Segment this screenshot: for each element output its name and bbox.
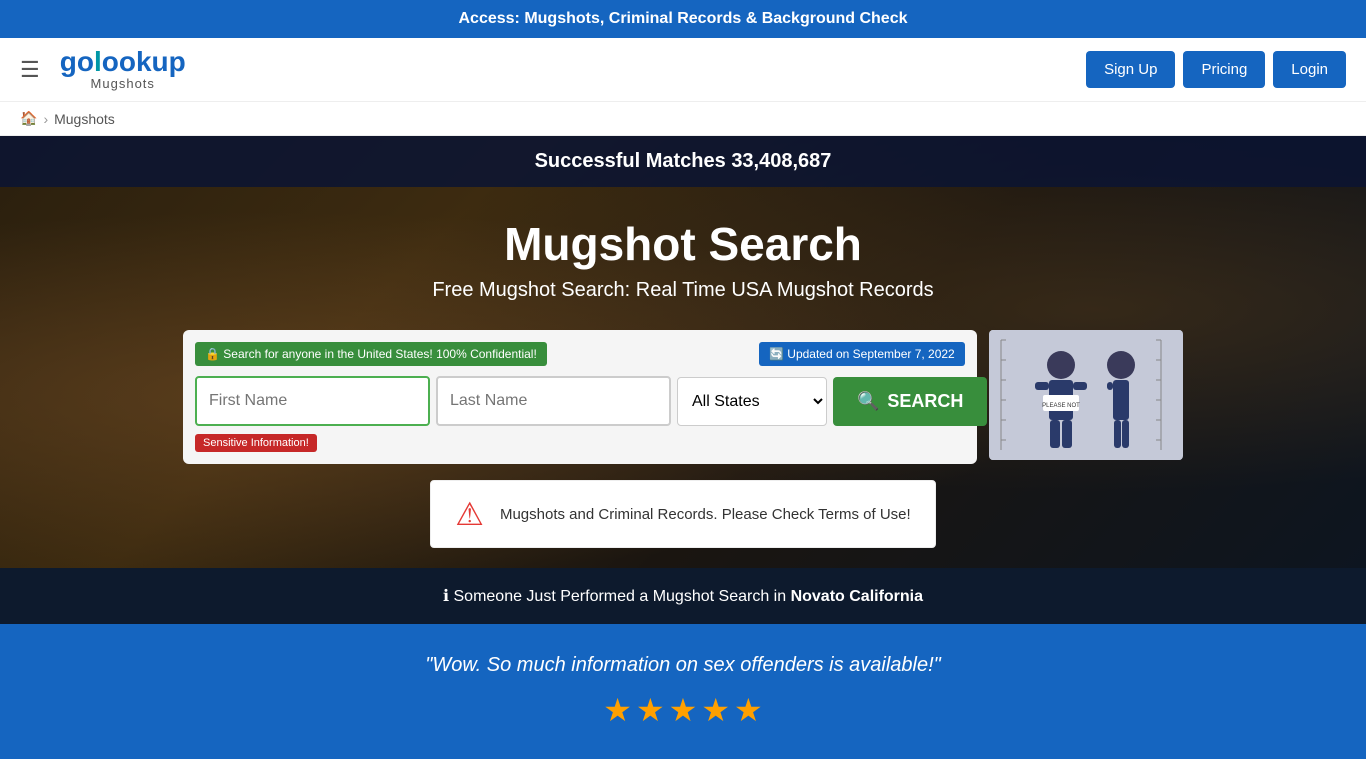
logo-lookup: l [94, 46, 102, 77]
logo: golookup Mugshots [60, 48, 186, 91]
top-banner: Access: Mugshots, Criminal Records & Bac… [0, 0, 1366, 38]
header: ☰ golookup Mugshots Sign Up Pricing Logi… [0, 38, 1366, 102]
info-bar: ℹ Someone Just Performed a Mugshot Searc… [0, 568, 1366, 624]
info-prefix: ℹ Someone Just Performed a Mugshot Searc… [443, 588, 786, 605]
logo-text: golookup [60, 48, 186, 76]
svg-text:PLEASE NOT: PLEASE NOT [1042, 403, 1080, 409]
search-inputs: All States Alabama Alaska Arizona Califo… [195, 376, 965, 426]
logo-o: ookup [102, 46, 186, 77]
search-top-bar: 🔒 Search for anyone in the United States… [195, 342, 965, 366]
last-name-input[interactable] [436, 376, 671, 426]
matches-label: Successful Matches [535, 150, 732, 172]
signup-button[interactable]: Sign Up [1086, 51, 1175, 88]
hero-title: Mugshot Search [504, 217, 862, 271]
search-form-box: 🔒 Search for anyone in the United States… [183, 330, 977, 464]
breadcrumb-separator: › [43, 111, 48, 127]
warning-bar: ⚠ Mugshots and Criminal Records. Please … [430, 480, 935, 548]
state-select[interactable]: All States Alabama Alaska Arizona Califo… [677, 377, 827, 426]
stars-container: ★ ★ ★ ★ ★ [20, 691, 1346, 729]
login-button[interactable]: Login [1273, 51, 1346, 88]
matches-bar: Successful Matches 33,408,687 [0, 136, 1366, 187]
mugshot-image: PLEASE NOT [989, 330, 1183, 460]
star-2: ★ [636, 691, 665, 729]
logo-subtitle: Mugshots [91, 76, 155, 91]
review-quote: "Wow. So much information on sex offende… [20, 654, 1346, 677]
breadcrumb-current: Mugshots [54, 111, 115, 127]
warning-text: Mugshots and Criminal Records. Please Ch… [500, 506, 911, 523]
star-4: ★ [701, 691, 730, 729]
search-wrapper: 🔒 Search for anyone in the United States… [183, 330, 1183, 464]
first-name-input[interactable] [195, 376, 430, 426]
breadcrumb: 🏠 › Mugshots [0, 102, 1366, 136]
logo-go: go [60, 46, 94, 77]
home-icon: 🏠 [20, 110, 37, 126]
search-confidential-badge: 🔒 Search for anyone in the United States… [195, 342, 547, 366]
top-banner-text: Access: Mugshots, Criminal Records & Bac… [459, 10, 908, 27]
search-updated-badge: 🔄 Updated on September 7, 2022 [759, 342, 965, 366]
review-section: "Wow. So much information on sex offende… [0, 624, 1366, 759]
sensitive-badge: Sensitive Information! [195, 434, 317, 452]
search-button[interactable]: 🔍 SEARCH [833, 377, 987, 426]
hamburger-menu-icon[interactable]: ☰ [20, 57, 40, 83]
star-5: ★ [734, 691, 763, 729]
mugshot-svg: PLEASE NOT [991, 330, 1181, 460]
search-button-label: SEARCH [887, 391, 963, 412]
hero-subtitle: Free Mugshot Search: Real Time USA Mugsh… [432, 279, 933, 302]
search-icon: 🔍 [857, 391, 879, 412]
warning-icon: ⚠ [455, 495, 484, 533]
star-3: ★ [669, 691, 698, 729]
header-buttons: Sign Up Pricing Login [1086, 51, 1346, 88]
pricing-button[interactable]: Pricing [1183, 51, 1265, 88]
hero-section: Successful Matches 33,408,687 Mugshot Se… [0, 136, 1366, 568]
hero-content: Mugshot Search Free Mugshot Search: Real… [0, 187, 1366, 568]
info-location: Novato California [791, 588, 923, 605]
star-1: ★ [603, 691, 632, 729]
matches-count: 33,408,687 [731, 150, 831, 172]
breadcrumb-home-link[interactable]: 🏠 [20, 110, 37, 127]
